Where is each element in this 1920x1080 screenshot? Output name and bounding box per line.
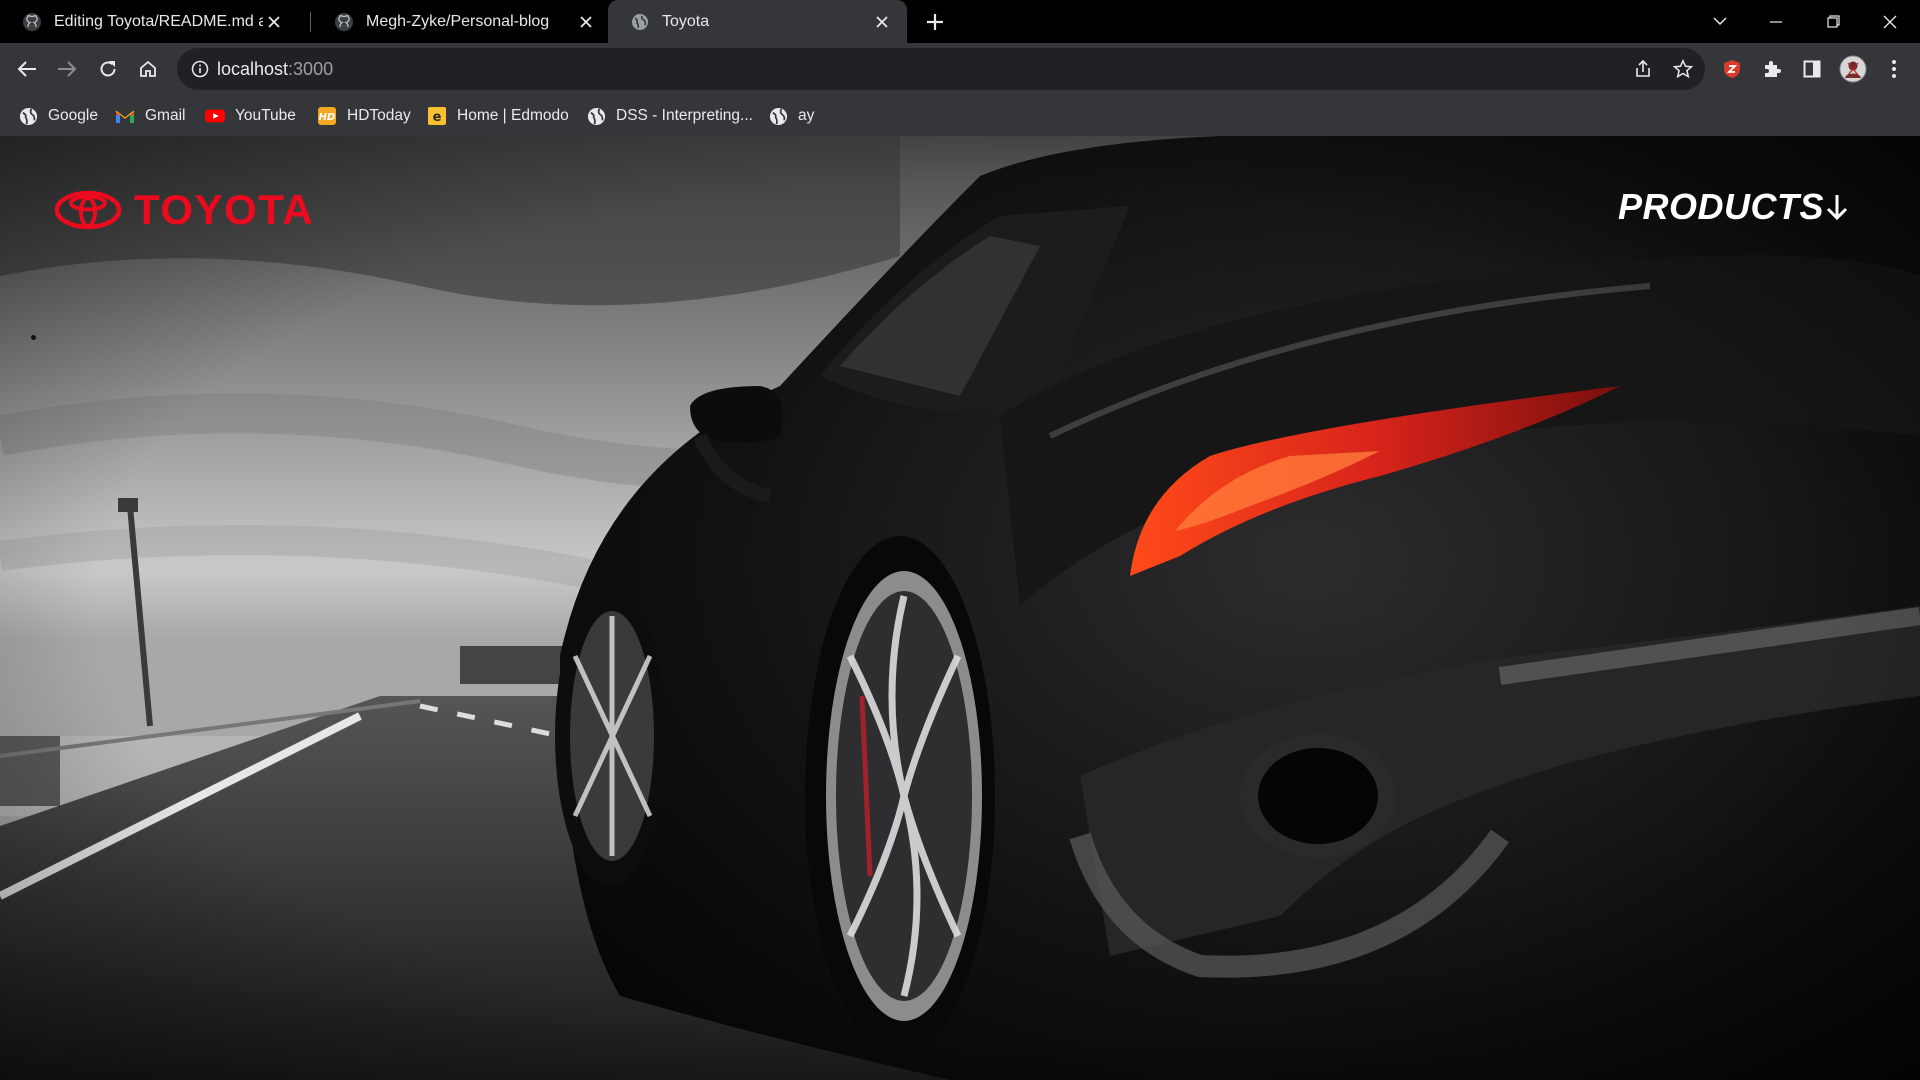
minimize-icon [1770,20,1782,23]
bookmark-dss[interactable]: DSS - Interpreting... [586,104,753,128]
side-panel-button[interactable] [1796,53,1828,85]
menu-button[interactable] [1878,53,1910,85]
page-viewport: TOYOTA PRODUCTS [0,136,1920,1080]
globe-icon [768,106,788,126]
restore-icon [1826,15,1840,28]
extension-shield-button[interactable] [1716,53,1748,85]
bookmark-label: HDToday [347,107,411,124]
globe-icon [632,13,648,30]
list-bullet [31,335,36,340]
tab-strip: Editing Toyota/README.md at m Megh-Zyke/… [0,0,1920,43]
restore-button[interactable] [1805,0,1861,43]
bookmark-label: ay [798,107,815,124]
gmail-icon [115,106,135,126]
home-icon [140,60,156,77]
address-bar[interactable]: localhost:3000 [177,48,1705,90]
close-icon[interactable] [871,11,893,33]
close-icon[interactable] [263,11,285,33]
avatar [1839,55,1867,83]
bookmarks-bar: Google Gmail YouTube HD HDToday e Home |… [0,95,1920,136]
star-icon[interactable] [1671,57,1695,81]
hero-image [0,136,1920,1080]
tab-title: Editing Toyota/README.md at m [54,12,263,30]
svg-text:HD: HD [319,112,336,123]
bookmark-gmail[interactable]: Gmail [115,104,185,128]
bookmark-ay[interactable]: ay [768,104,814,128]
shield-icon [1724,60,1740,78]
minimize-button[interactable] [1748,0,1804,43]
bookmark-hdtoday[interactable]: HD HDToday [317,104,411,128]
back-button[interactable] [11,53,43,85]
arrow-left-icon [17,61,36,77]
kebab-menu-icon [1892,60,1896,78]
bookmark-label: Home | Edmodo [457,107,569,124]
plus-icon [927,14,943,30]
profile-button[interactable] [1837,53,1869,85]
puzzle-icon [1765,61,1781,77]
bookmark-edmodo[interactable]: e Home | Edmodo [427,104,569,128]
tab-readme[interactable]: Editing Toyota/README.md at m [0,0,299,43]
chevron-down-icon [1713,17,1727,26]
tab-title: Toyota [662,12,710,30]
extensions-button[interactable] [1756,53,1788,85]
url-text: localhost:3000 [217,59,333,80]
browser-window: Editing Toyota/README.md at m Megh-Zyke/… [0,0,1920,1080]
globe-icon [586,106,606,126]
bookmark-label: Google [48,107,98,124]
share-icon[interactable] [1631,57,1655,81]
bookmark-youtube[interactable]: YouTube [205,104,296,128]
products-label: PRODUCTS [1617,186,1824,227]
bookmark-google[interactable]: Google [18,104,98,128]
reload-icon [100,61,116,77]
tab-personal-blog[interactable]: Megh-Zyke/Personal-blog [312,0,611,43]
arrow-right-icon [58,61,77,77]
hdtoday-icon: HD [317,106,337,126]
edmodo-icon: e [427,106,447,126]
svg-text:e: e [433,110,442,125]
arrow-down-icon [1826,192,1852,222]
home-button[interactable] [132,53,164,85]
toyota-emblem-icon [54,190,122,230]
bookmark-label: Gmail [145,107,186,124]
github-icon [335,12,353,31]
toyota-logo[interactable]: TOYOTA [54,186,314,234]
forward-button[interactable] [51,53,83,85]
url-host: localhost [217,59,289,79]
info-icon[interactable] [189,58,211,80]
tab-search-button[interactable] [1692,0,1748,43]
tab-title: Megh-Zyke/Personal-blog [366,12,550,30]
github-icon [23,12,41,31]
logo-text: TOYOTA [134,186,315,233]
products-nav-link[interactable]: PRODUCTS [1618,186,1852,228]
browser-toolbar: localhost:3000 [0,43,1920,95]
tab-divider [310,12,311,32]
side-panel-icon [1803,60,1821,78]
bookmark-label: DSS - Interpreting... [616,107,753,124]
close-window-button[interactable] [1862,0,1918,43]
close-icon [1883,15,1897,28]
bookmark-label: YouTube [235,107,296,124]
new-tab-button[interactable] [921,8,949,36]
reload-button[interactable] [92,53,124,85]
close-icon[interactable] [575,11,597,33]
url-port: :3000 [288,59,334,79]
tab-toyota[interactable]: Toyota [608,0,907,43]
globe-icon [18,106,38,126]
youtube-icon [205,106,225,126]
